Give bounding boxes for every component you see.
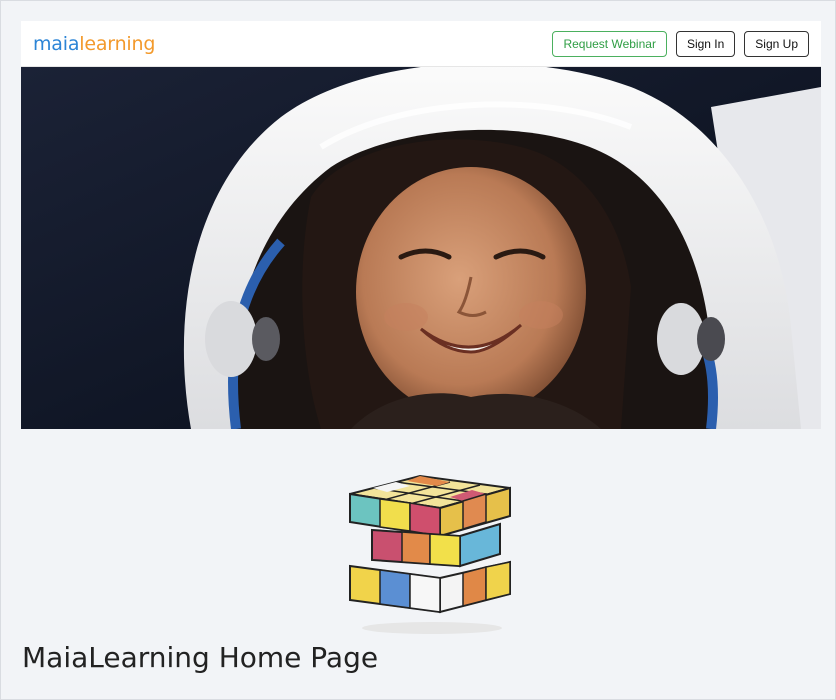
header-nav: Request Webinar Sign In Sign Up — [552, 30, 809, 57]
hero-image-astronaut-girl — [21, 67, 821, 429]
rubiks-cube-illustration — [332, 466, 522, 636]
sign-in-button[interactable]: Sign In — [675, 30, 736, 57]
logo-part-maia: maia — [33, 32, 80, 55]
page-title: MaiaLearning Home Page — [22, 641, 379, 674]
maialearning-logo[interactable]: maialearning — [33, 33, 155, 55]
website-preview-card: maialearning Request Webinar Sign In Sig… — [21, 21, 821, 429]
site-header: maialearning Request Webinar Sign In Sig… — [21, 21, 821, 67]
sign-up-button[interactable]: Sign Up — [744, 30, 809, 57]
logo-part-learning: learning — [79, 32, 156, 55]
request-webinar-button[interactable]: Request Webinar — [552, 30, 667, 57]
